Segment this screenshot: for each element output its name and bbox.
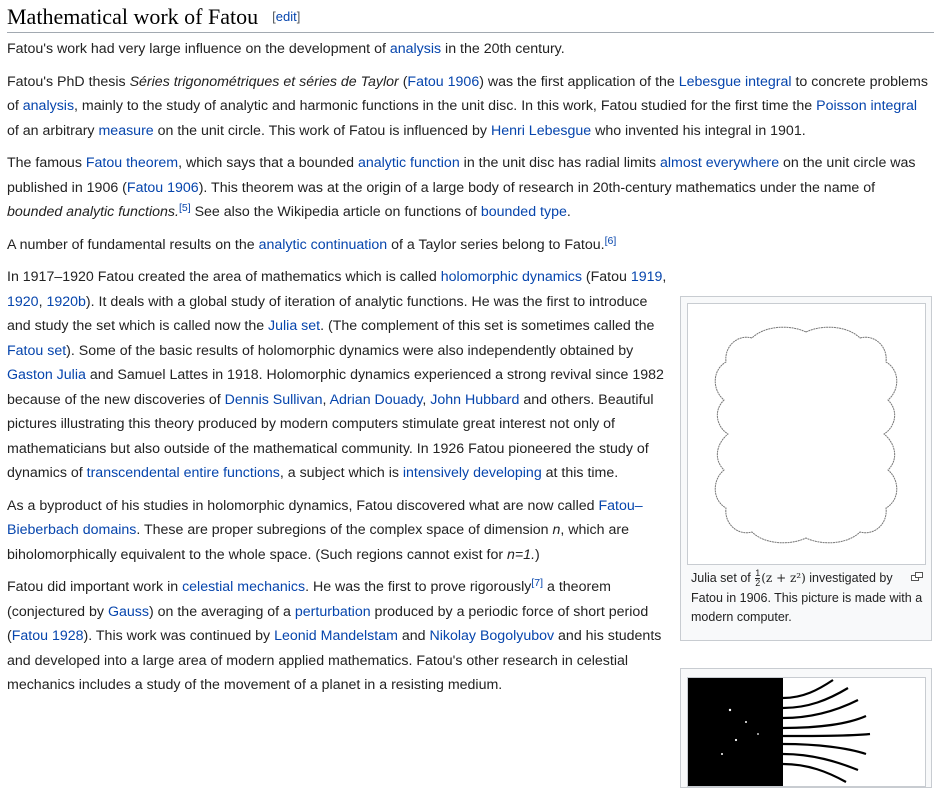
fractal-drawing xyxy=(688,678,871,786)
link-dennis-sullivan[interactable]: Dennis Sullivan xyxy=(225,392,323,408)
link-intensively-developing[interactable]: intensively developing xyxy=(403,465,542,481)
paragraph-4: A number of fundamental results on the a… xyxy=(7,234,617,253)
fractal-thumbnail xyxy=(680,668,932,788)
fraction-one-half: 12 xyxy=(755,568,761,589)
link-julia-set[interactable]: Julia set xyxy=(268,318,320,334)
link-holomorphic-dynamics[interactable]: holomorphic dynamics xyxy=(441,269,582,285)
link-fatou-set[interactable]: Fatou set xyxy=(7,343,66,359)
julia-set-drawing xyxy=(714,326,898,544)
link-1920[interactable]: 1920 xyxy=(7,294,39,310)
link-adrian-douady[interactable]: Adrian Douady xyxy=(330,392,423,408)
reference-5[interactable]: [5] xyxy=(179,202,191,214)
section-heading: Mathematical work of Fatou [edit] xyxy=(7,4,934,33)
link-analytic-function[interactable]: analytic function xyxy=(358,155,460,171)
link-fatou-1906-b[interactable]: Fatou 1906 xyxy=(127,180,199,196)
link-analysis[interactable]: analysis xyxy=(390,41,441,57)
julia-set-thumbnail: Julia set of 1 2 (z + z²) investigated by … xyxy=(680,296,932,641)
reference-7[interactable]: [7] xyxy=(531,577,543,589)
link-fatou-1928[interactable]: Fatou 1928 xyxy=(12,628,84,644)
link-john-hubbard[interactable]: John Hubbard xyxy=(430,392,519,408)
paragraph-7: Fatou did important work in celestial me… xyxy=(7,577,662,693)
reference-6[interactable]: [6] xyxy=(605,235,617,247)
julia-formula: (z + z²) xyxy=(761,571,806,585)
paragraph-2: Fatou's PhD thesis Séries trigonométriqu… xyxy=(7,73,928,139)
link-celestial-mechanics[interactable]: celestial mechanics xyxy=(182,579,305,595)
link-leonid-mandelstam[interactable]: Leonid Mandelstam xyxy=(274,628,398,644)
link-1920b[interactable]: 1920b xyxy=(46,294,85,310)
julia-set-caption: Julia set of 1 2 (z + z²) investigated by … xyxy=(691,568,923,624)
link-bounded-type[interactable]: bounded type xyxy=(481,204,567,220)
link-nikolay-bogolyubov[interactable]: Nikolay Bogolyubov xyxy=(429,628,554,644)
edit-link[interactable]: edit xyxy=(276,9,297,24)
link-measure[interactable]: measure xyxy=(98,123,153,139)
link-fatou-theorem[interactable]: Fatou theorem xyxy=(86,155,178,171)
link-gaston-julia[interactable]: Gaston Julia xyxy=(7,367,86,383)
enlarge-icon[interactable] xyxy=(911,572,923,581)
link-poisson-integral[interactable]: Poisson integral xyxy=(816,98,917,114)
link-analytic-continuation[interactable]: analytic continuation xyxy=(259,237,388,253)
paragraph-3: The famous Fatou theorem, which says tha… xyxy=(7,155,916,220)
paragraph-1: Fatou's work had very large influence on… xyxy=(7,41,565,57)
julia-set-image[interactable] xyxy=(687,303,926,565)
paragraph-5: In 1917–1920 Fatou created the area of m… xyxy=(7,269,667,481)
link-1919[interactable]: 1919 xyxy=(631,269,663,285)
section-title: Mathematical work of Fatou xyxy=(7,4,259,29)
exponential-fractal-image[interactable] xyxy=(687,677,926,787)
link-henri-lebesgue[interactable]: Henri Lebesgue xyxy=(491,123,591,139)
link-lebesgue-integral[interactable]: Lebesgue integral xyxy=(679,74,792,90)
paragraph-6: As a byproduct of his studies in holomor… xyxy=(7,497,643,563)
link-almost-everywhere[interactable]: almost everywhere xyxy=(660,155,779,171)
link-analysis-2[interactable]: analysis xyxy=(23,98,74,114)
edit-section: [edit] xyxy=(272,9,301,24)
link-transcendental-entire-functions[interactable]: transcendental entire functions xyxy=(87,465,280,481)
link-fatou-1906[interactable]: Fatou 1906 xyxy=(407,74,479,90)
link-perturbation[interactable]: perturbation xyxy=(295,604,371,620)
link-gauss[interactable]: Gauss xyxy=(108,604,149,620)
